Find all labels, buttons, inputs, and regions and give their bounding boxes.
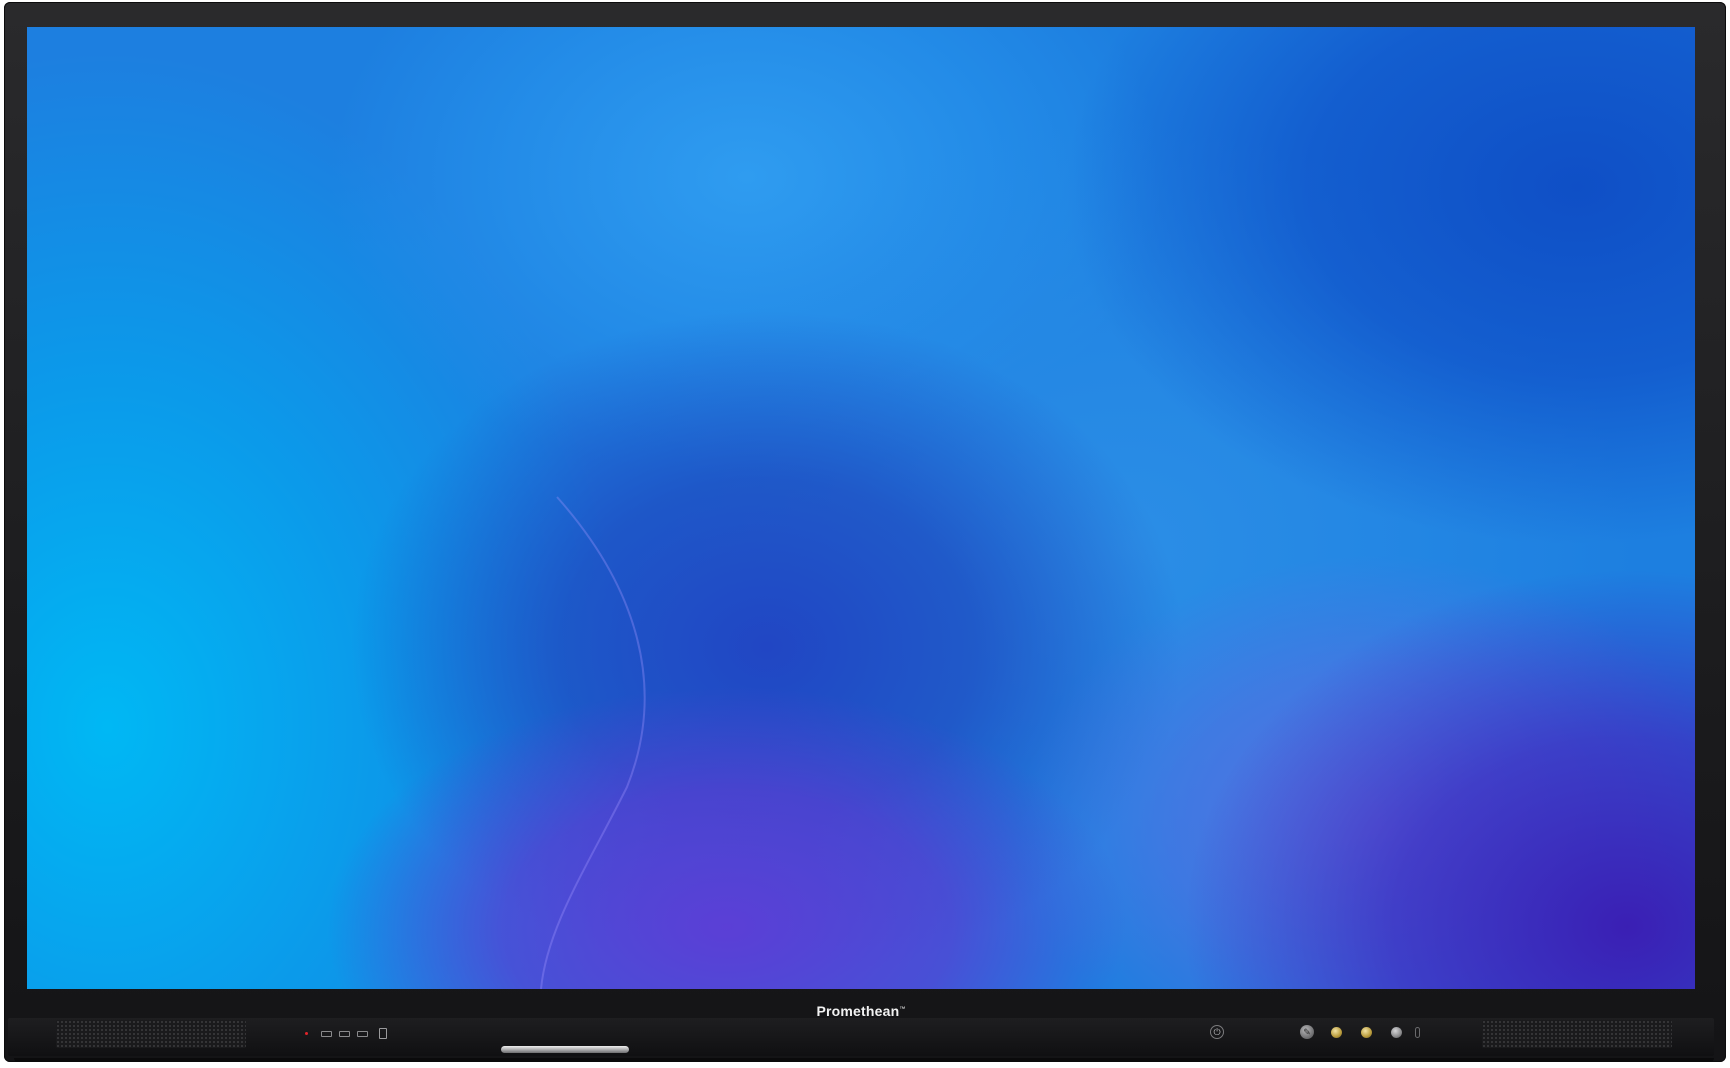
hdmi-port-icon[interactable] — [357, 1031, 368, 1037]
display-screen[interactable] — [27, 27, 1695, 989]
front-panel-button[interactable] — [1361, 1027, 1372, 1038]
pen-holder[interactable] — [501, 1046, 629, 1053]
speaker-grille-left — [56, 1020, 246, 1048]
wallpaper-wave — [540, 496, 646, 989]
light-sensor-icon — [1415, 1027, 1420, 1038]
front-panel-button[interactable] — [1331, 1027, 1342, 1038]
trademark-mark: ™ — [899, 1006, 906, 1013]
usb-port-icon[interactable] — [339, 1031, 350, 1037]
bottom-bezel — [8, 1018, 1714, 1056]
status-led-icon — [305, 1032, 308, 1035]
usb-port-icon[interactable] — [321, 1031, 332, 1037]
bottom-edge — [14, 1058, 1714, 1062]
power-icon[interactable]: ⏻ — [1210, 1025, 1224, 1039]
front-panel-button[interactable] — [1391, 1027, 1402, 1038]
brand-logo: Promethean™ — [0, 1003, 1722, 1019]
usb-c-port-icon[interactable] — [379, 1028, 387, 1039]
brand-name: Promethean — [816, 1003, 900, 1019]
speaker-grille-right — [1482, 1020, 1672, 1048]
pen-icon[interactable]: ✎ — [1300, 1025, 1314, 1039]
